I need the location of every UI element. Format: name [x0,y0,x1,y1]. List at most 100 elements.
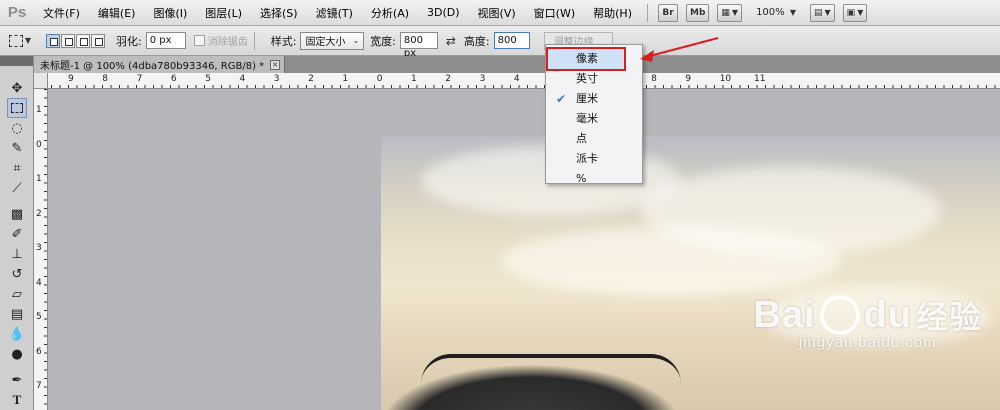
unit-option-points[interactable]: 点 [546,129,642,149]
unit-option-label: 厘米 [576,92,598,105]
rectangular-marquee-icon [8,34,23,47]
ruler-number: 8 [102,74,109,84]
healing-brush-tool-icon[interactable]: ▩ [7,204,27,224]
menu-window[interactable]: 窗口(W) [525,5,584,21]
ruler-number: 10 [719,74,732,84]
crop-tool-icon[interactable]: ⌗ [7,158,27,178]
arrange-documents-button[interactable]: ▤ ▼ [810,3,835,22]
unit-option-percent[interactable]: % [546,169,642,189]
canvas-image[interactable] [381,136,1000,410]
menu-help[interactable]: 帮助(H) [584,5,641,21]
cloud-shape [501,226,841,296]
menu-3d[interactable]: 3D(D) [418,6,469,19]
options-separator [253,31,255,50]
tool-preset-picker[interactable]: ▼ [0,30,40,52]
chevron-down-icon: ▼ [857,8,864,17]
history-brush-tool-icon[interactable]: ↺ [7,264,27,284]
ruler-origin[interactable] [34,73,48,89]
selection-mode-buttons [46,33,106,48]
ruler-number: 7 [36,381,42,391]
pen-tool-icon[interactable]: ✒ [7,370,27,390]
type-tool-icon[interactable]: T [7,390,27,410]
menu-view[interactable]: 视图(V) [469,5,525,21]
document-title: 未标题-1 @ 100% (4dba780b93346, RGB/8) * [40,61,265,72]
unit-option-picas[interactable]: 派卡 [546,149,642,169]
paw-icon [819,295,860,335]
menu-file[interactable]: 文件(F) [34,5,89,21]
blur-tool-icon[interactable]: 💧 [7,324,27,344]
bridge-button[interactable]: Br [657,3,678,22]
menu-edit[interactable]: 编辑(E) [89,5,145,21]
ruler-number: 0 [36,139,42,150]
style-select[interactable]: 固定大小 ⌄ [300,31,365,50]
dodge-tool-icon[interactable]: ● [7,344,27,364]
unit-option-millimeters[interactable]: 毫米 [546,109,642,129]
options-bar: ▼ 羽化: 0 px 消除锯齿 样式: 固定大小 ⌄ 宽度: 800 px ⇄ 高… [0,26,1000,59]
vertical-ruler[interactable]: 1 0 1 2 3 4 5 6 7 [34,89,48,410]
zoom-level[interactable]: 100% ▼ [756,7,796,18]
screen-mode-button[interactable]: ▣ ▼ [842,3,868,22]
menu-filter[interactable]: 滤镜(T) [307,5,362,21]
add-to-selection-button[interactable] [61,33,75,48]
chevron-down-icon: ⌄ [352,36,360,45]
gradient-tool-icon[interactable]: ▤ [7,304,27,324]
document-tab[interactable]: 未标题-1 @ 100% (4dba780b93346, RGB/8) * × [34,56,286,73]
horizontal-ruler[interactable]: 98765432101234567891011 [34,73,1000,89]
chevron-down-icon: ▼ [789,8,796,17]
menu-layer[interactable]: 图层(L) [196,5,251,21]
ruler-number: 9 [68,74,74,84]
subtract-from-selection-button[interactable] [76,33,90,48]
toolbox-header[interactable] [0,56,33,66]
toolbox: ✥ ◌ ✎ ⌗ ⟋ ▩ ✐ ⊥ ↺ ▱ ▤ 💧 ● ✒ T [0,56,34,410]
ruler-number: 5 [36,312,42,322]
menu-separator [646,3,648,22]
move-tool-icon[interactable]: ✥ [7,78,27,98]
ruler-number: 8 [651,74,657,84]
brush-tool-icon[interactable]: ✐ [7,224,27,244]
unit-option-centimeters[interactable]: ✔ 厘米 [546,89,642,109]
style-label: 样式: [270,34,297,48]
menu-image[interactable]: 图像(I) [144,5,196,21]
swap-icon[interactable]: ⇄ [446,34,456,48]
intersect-selection-button[interactable] [91,33,105,48]
watermark-brand: Bai [753,293,816,336]
watermark-logo: Bai du 经验 [753,292,982,338]
ruler-number: 2 [445,74,452,84]
width-label: 宽度: [370,34,396,48]
ruler-number: 1 [36,105,42,115]
new-selection-button[interactable] [46,33,60,48]
chevron-down-icon: ▼ [24,36,32,45]
baidu-watermark: Bai du 经验 jingyan.baidu.com [753,292,982,352]
eyedropper-tool-icon[interactable]: ⟋ [7,178,27,198]
grid-icon: ▤ [814,7,823,18]
document-tab-bar: 未标题-1 @ 100% (4dba780b93346, RGB/8) * × [34,56,1000,73]
menu-select[interactable]: 选择(S) [251,5,307,21]
lasso-tool-icon[interactable]: ◌ [7,118,27,138]
menu-analysis[interactable]: 分析(A) [362,5,418,21]
mini-bridge-button[interactable]: Mb [685,3,710,22]
unit-dropdown: 像素 英寸 ✔ 厘米 毫米 点 派卡 % [545,44,643,185]
ruler-number: 0 [376,74,383,84]
close-icon[interactable]: × [270,59,281,70]
ruler-number: 3 [273,74,280,84]
clone-stamp-tool-icon[interactable]: ⊥ [7,244,27,264]
film-icon: ▦ [721,7,730,18]
marquee-tool-icon[interactable] [7,98,27,118]
unit-option-inches[interactable]: 英寸 [546,69,642,89]
ruler-number: 4 [36,277,42,288]
quick-selection-tool-icon[interactable]: ✎ [7,138,27,158]
unit-option-pixels[interactable]: 像素 [546,47,626,71]
ruler-number: 5 [205,74,211,84]
photoshop-logo: Ps [7,4,27,21]
feather-label: 羽化: [116,34,142,48]
ruler-number: 1 [342,74,349,84]
width-input[interactable]: 800 px [399,32,438,59]
feather-input[interactable]: 0 px [145,32,186,49]
antialias-checkbox[interactable] [193,35,205,46]
height-input[interactable]: 800 [493,32,530,49]
eraser-tool-icon[interactable]: ▱ [7,284,27,304]
ruler-number: 1 [411,74,417,84]
ruler-number: 2 [308,74,314,84]
zoom-value: 100% [756,7,785,18]
view-extras-button[interactable]: ▦ ▼ [717,3,743,22]
